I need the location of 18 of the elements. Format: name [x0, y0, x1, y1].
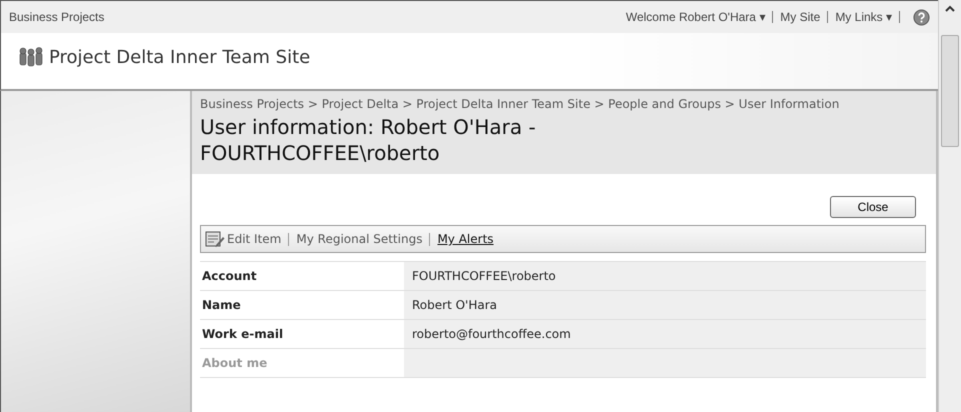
- page-title: User information: Robert O'Hara - FOURTHCOFFEE\roberto: [200, 114, 537, 166]
- field-value: FOURTHCOFFEE\roberto: [404, 262, 926, 291]
- breadcrumb[interactable]: Business Projects > Project Delta > Project Delta Inner Team Site > People and Groups > User Information: [200, 97, 880, 111]
- edit-icon: [205, 230, 225, 248]
- welcome-menu[interactable]: Welcome Robert O'Hara ▾: [626, 10, 766, 24]
- toolbar-link[interactable]: My Regional Settings: [296, 232, 422, 246]
- site-link[interactable]: Business Projects: [9, 10, 626, 24]
- field-value: Robert O'Hara: [404, 291, 926, 320]
- scrollbar-thumb[interactable]: [941, 35, 959, 147]
- toolbar-link[interactable]: My Alerts: [437, 232, 494, 246]
- toolbar-link[interactable]: Edit Item: [205, 230, 282, 248]
- help-icon[interactable]: [913, 8, 930, 26]
- top-link[interactable]: My Site: [780, 10, 820, 24]
- field-value: roberto@fourthcoffee.com: [404, 320, 926, 349]
- site-title[interactable]: Project Delta Inner Team Site: [49, 47, 310, 68]
- close-button[interactable]: Close: [830, 196, 916, 218]
- people-icon: [19, 47, 43, 67]
- top-link[interactable]: My Links ▾: [835, 10, 892, 24]
